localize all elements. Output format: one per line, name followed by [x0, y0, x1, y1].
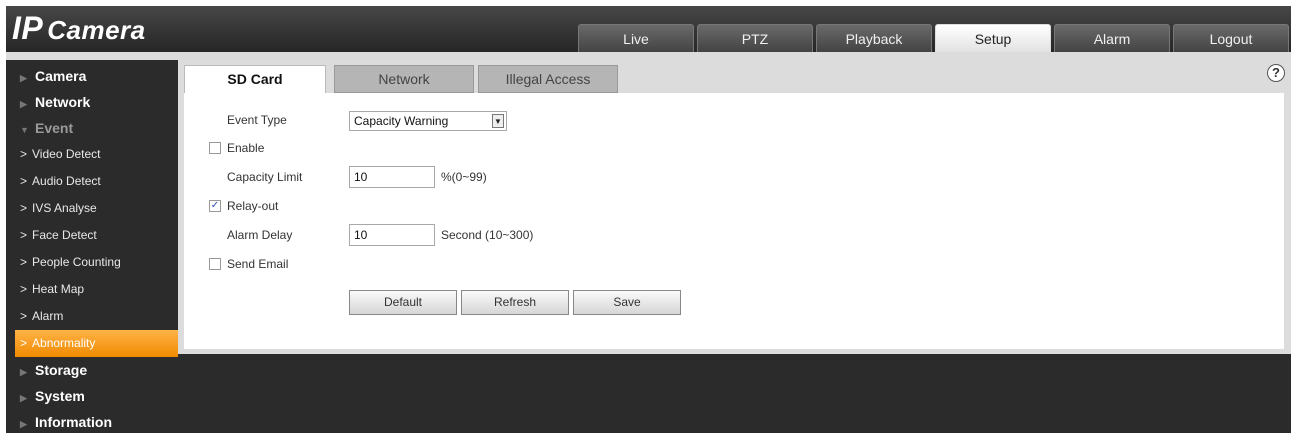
chevron-right-icon: > [20, 255, 28, 269]
logo: IP Camera [12, 10, 146, 47]
sidebar-item-system[interactable]: ▶ System [6, 383, 178, 409]
sidebar-subitem-video-detect[interactable]: > Video Detect [6, 141, 178, 168]
chevron-right-icon: > [20, 309, 28, 323]
sidebar-subitem-label: People Counting [32, 255, 121, 269]
event-type-value: Capacity Warning [354, 114, 449, 128]
nav-tab-playback[interactable]: Playback [816, 24, 932, 52]
relay-out-checkbox[interactable]: ✓ [209, 200, 221, 212]
sidebar-subitem-face-detect[interactable]: > Face Detect [6, 222, 178, 249]
sidebar-subitem-heat-map[interactable]: > Heat Map [6, 276, 178, 303]
capacity-limit-input[interactable]: 10 [349, 166, 435, 188]
tab-sd-card[interactable]: SD Card [184, 65, 326, 93]
capacity-limit-label: Capacity Limit [227, 170, 303, 184]
sidebar-subitem-label: Alarm [32, 309, 64, 323]
sidebar-subitem-audio-detect[interactable]: > Audio Detect [6, 168, 178, 195]
help-icon[interactable]: ? [1267, 64, 1285, 82]
sidebar-item-event[interactable]: ▼ Event [6, 115, 178, 141]
alarm-delay-label: Alarm Delay [227, 228, 293, 242]
alarm-delay-input[interactable]: 10 [349, 224, 435, 246]
header-divider [6, 52, 1291, 60]
sidebar-item-label: System [35, 388, 85, 404]
send-email-checkbox[interactable] [209, 258, 221, 270]
sidebar-subitem-ivs-analyse[interactable]: > IVS Analyse [6, 195, 178, 222]
chevron-right-icon: > [20, 228, 28, 242]
chevron-right-icon: > [20, 147, 28, 161]
sidebar-subitem-label: Audio Detect [32, 174, 101, 188]
collapsed-triangle-icon: ▶ [20, 99, 27, 109]
sidebar-subitem-abnormality[interactable]: > Abnormality [15, 330, 178, 357]
sidebar-item-network[interactable]: ▶ Network [6, 89, 178, 115]
event-type-select[interactable]: Capacity Warning ▼ [349, 111, 507, 131]
sidebar-item-label: Camera [35, 68, 87, 84]
save-button[interactable]: Save [573, 290, 681, 315]
tab-network[interactable]: Network [334, 65, 474, 93]
logo-camera: Camera [47, 15, 146, 45]
collapsed-triangle-icon: ▶ [20, 393, 27, 403]
sidebar-item-camera[interactable]: ▶ Camera [6, 63, 178, 89]
relay-out-label: Relay-out [227, 199, 279, 213]
sidebar-subitem-people-counting[interactable]: > People Counting [6, 249, 178, 276]
chevron-right-icon: > [20, 174, 28, 188]
content-area: SD Card Network Illegal Access ? Event T… [178, 60, 1291, 354]
sidebar-item-storage[interactable]: ▶ Storage [6, 357, 178, 383]
nav-tab-live[interactable]: Live [578, 24, 694, 52]
chevron-right-icon: > [20, 282, 28, 296]
chevron-right-icon: > [20, 336, 28, 350]
send-email-label: Send Email [227, 257, 289, 271]
dropdown-arrow-icon: ▼ [492, 114, 504, 128]
collapsed-triangle-icon: ▶ [20, 419, 27, 429]
collapsed-triangle-icon: ▶ [20, 73, 27, 83]
sidebar-item-label: Storage [35, 362, 88, 378]
nav-tab-logout[interactable]: Logout [1173, 24, 1289, 52]
sidebar-item-label: Information [35, 414, 112, 430]
sidebar-subitem-label: IVS Analyse [32, 201, 97, 215]
enable-checkbox[interactable] [209, 142, 221, 154]
alarm-delay-unit: Second (10~300) [441, 228, 534, 242]
sidebar-item-label: Event [35, 120, 74, 136]
sidebar-item-information[interactable]: ▶ Information [6, 409, 178, 435]
sidebar-subitem-label: Face Detect [32, 228, 97, 242]
app-frame: IP Camera Live PTZ Playback Setup Alarm L… [6, 6, 1291, 433]
refresh-button[interactable]: Refresh [461, 290, 569, 315]
sidebar: ▶ Camera ▶ Network ▼ Event > Video Detect > A… [6, 60, 178, 435]
sidebar-subitem-label: Heat Map [32, 282, 85, 296]
nav-tab-setup[interactable]: Setup [935, 24, 1051, 52]
logo-ip: IP [12, 10, 44, 46]
chevron-right-icon: > [20, 201, 28, 215]
header: IP Camera Live PTZ Playback Setup Alarm L… [6, 6, 1291, 52]
nav-tab-ptz[interactable]: PTZ [697, 24, 813, 52]
tab-illegal-access[interactable]: Illegal Access [478, 65, 618, 93]
default-button[interactable]: Default [349, 290, 457, 315]
sidebar-subitem-label: Video Detect [32, 147, 101, 161]
nav-tab-alarm[interactable]: Alarm [1054, 24, 1170, 52]
sidebar-subitem-alarm[interactable]: > Alarm [6, 303, 178, 330]
sidebar-item-label: Network [35, 94, 91, 110]
collapsed-triangle-icon: ▶ [20, 367, 27, 377]
form-panel: Event Type Capacity Warning ▼ Enable Cap… [184, 93, 1284, 349]
capacity-limit-unit: %(0~99) [441, 170, 487, 184]
sidebar-subitem-label: Abnormality [32, 336, 96, 350]
event-type-label: Event Type [227, 113, 287, 127]
expanded-triangle-icon: ▼ [20, 125, 29, 135]
enable-label: Enable [227, 141, 265, 155]
